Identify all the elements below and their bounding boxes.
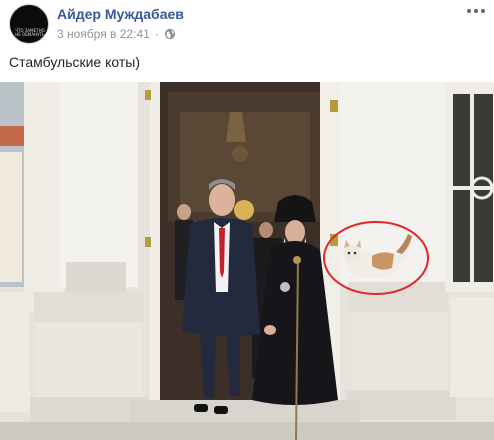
globe-icon[interactable] <box>164 28 176 40</box>
post-caption: Стамбульские коты) <box>9 54 141 70</box>
more-horizontal-icon[interactable] <box>466 5 486 17</box>
post-meta: 3 ноября в 22:41 · <box>57 27 176 41</box>
post-photo[interactable] <box>0 82 494 440</box>
author-avatar[interactable]: ЧТО ЗАМЕТНО НЕ ОБМАНУТЬ <box>9 4 49 44</box>
meta-separator: · <box>154 27 159 41</box>
post-timestamp[interactable]: 3 ноября в 22:41 <box>57 27 150 41</box>
avatar-caption: ЧТО ЗАМЕТНО НЕ ОБМАНУТЬ <box>15 28 45 37</box>
author-name[interactable]: Айдер Муждабаев <box>57 6 184 22</box>
post-header: ЧТО ЗАМЕТНО НЕ ОБМАНУТЬ Айдер Муждабаев … <box>0 0 494 48</box>
